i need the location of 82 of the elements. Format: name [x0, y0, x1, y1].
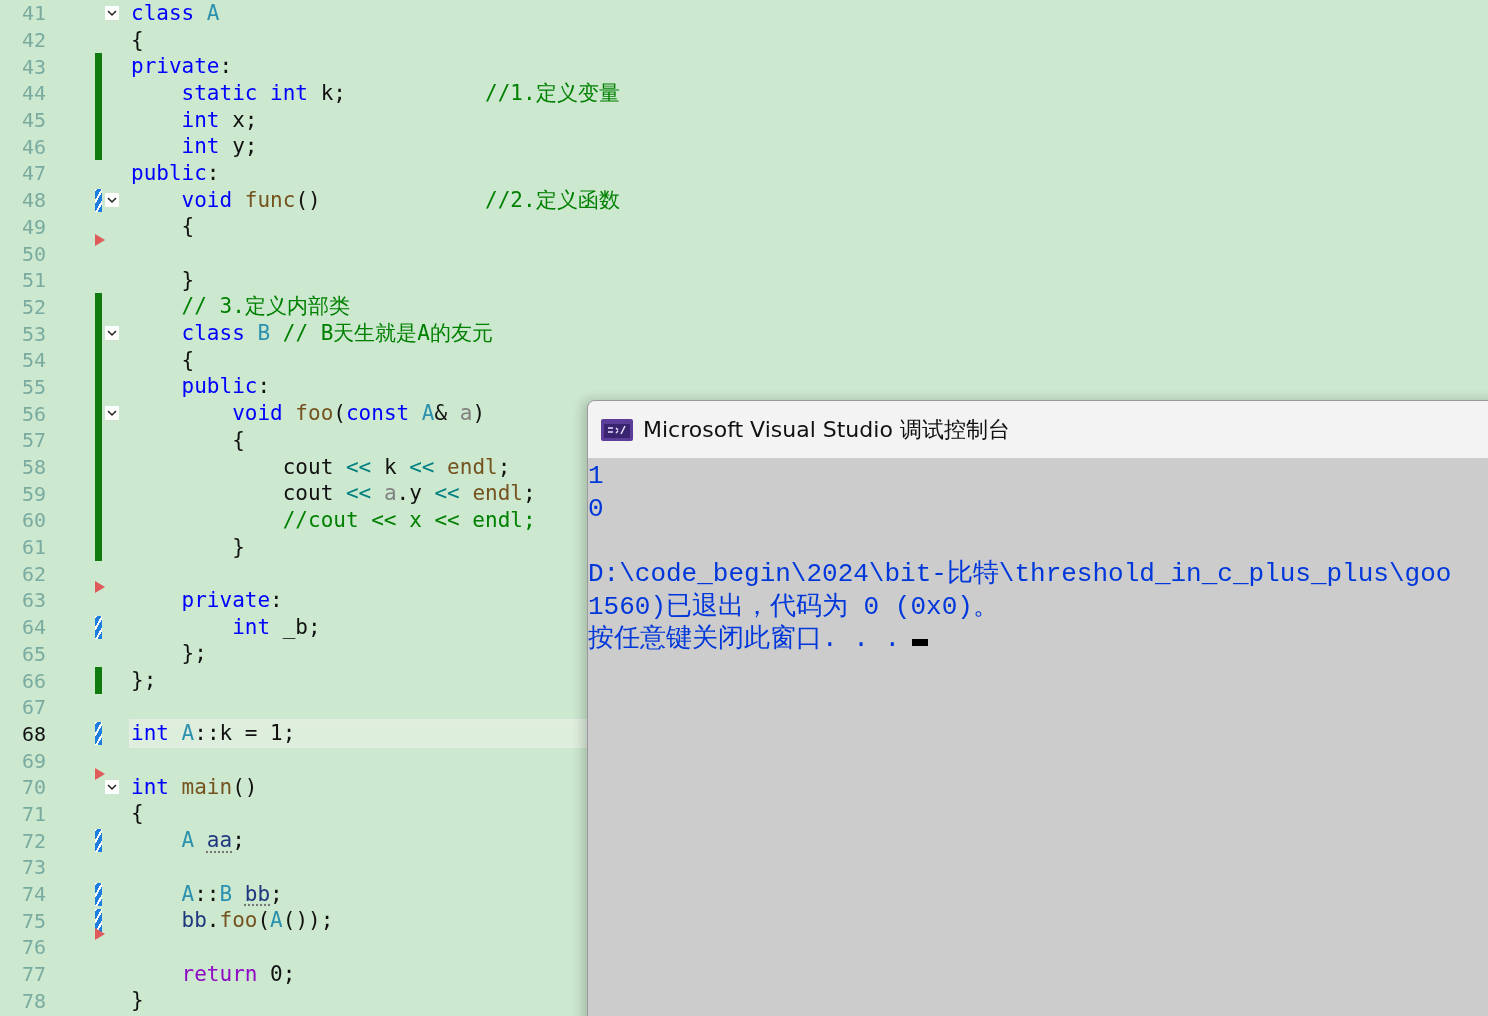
- line-number: 50: [20, 241, 46, 266]
- line-number: 54: [20, 348, 46, 373]
- line-number: 53: [20, 321, 46, 346]
- line-number: 48: [20, 188, 46, 213]
- code-line: {: [131, 801, 144, 827]
- console-line: 按任意键关闭此窗口. . .: [588, 623, 900, 657]
- code-line: }: [131, 988, 144, 1014]
- text-cursor: [912, 639, 928, 647]
- line-number: 41: [20, 1, 46, 26]
- line-number: 56: [20, 401, 46, 426]
- code-line: void foo(const A& a): [231, 401, 486, 427]
- code-line: int x;: [180, 107, 258, 133]
- line-number: 42: [20, 28, 46, 53]
- code-line: A aa;: [180, 828, 245, 854]
- line-number: 76: [20, 935, 46, 960]
- line-number: 73: [20, 855, 46, 880]
- line-number: 66: [20, 668, 46, 693]
- console-line: 0: [588, 492, 604, 526]
- line-number: 72: [20, 828, 46, 853]
- line-number: 59: [20, 481, 46, 506]
- code-line: void func() //2.定义函数: [180, 187, 620, 213]
- code-line: }: [180, 267, 195, 293]
- collapse-icon[interactable]: [105, 406, 119, 421]
- code-line: };: [180, 641, 207, 667]
- line-number: 78: [20, 988, 46, 1013]
- code-line: class A: [131, 0, 220, 26]
- line-number: 55: [20, 374, 46, 399]
- code-line: A::B bb;: [180, 881, 283, 907]
- code-line: cout << k << endl;: [281, 454, 511, 480]
- line-number: 45: [20, 108, 46, 133]
- line-number: 61: [20, 535, 46, 560]
- line-number: 52: [20, 294, 46, 319]
- line-number: 62: [20, 561, 46, 586]
- line-number: 64: [20, 615, 46, 640]
- console-app-icon: [601, 418, 633, 441]
- line-number: 65: [20, 641, 46, 666]
- collapse-icon[interactable]: [105, 192, 119, 207]
- collapse-icon[interactable]: [105, 326, 119, 341]
- line-number: 77: [20, 962, 46, 987]
- line-number: 67: [20, 695, 46, 720]
- console-line: 1560)已退出，代码为 0 (0x0)。: [588, 590, 999, 624]
- code-line: {: [231, 427, 245, 453]
- line-number: 46: [20, 134, 46, 159]
- code-line: private:: [131, 54, 233, 80]
- line-number: 58: [20, 455, 46, 480]
- code-line: cout << a.y << endl;: [281, 481, 536, 507]
- code-line: int main(): [131, 774, 258, 800]
- line-number: 60: [20, 508, 46, 533]
- line-number: 51: [20, 268, 46, 293]
- code-line: {: [180, 214, 195, 240]
- line-number: 75: [20, 908, 46, 933]
- line-number: 57: [20, 428, 46, 453]
- line-number: 49: [20, 214, 46, 239]
- code-line: };: [131, 668, 157, 694]
- code-line: bb.foo(A());: [180, 908, 334, 934]
- code-line: class B // B天生就是A的友元: [180, 321, 493, 347]
- window-title: Microsoft Visual Studio 调试控制台: [643, 415, 1010, 444]
- code-line: static int k; //1.定义变量: [180, 80, 620, 106]
- line-number: 63: [20, 588, 46, 613]
- code-line: int y;: [180, 134, 258, 160]
- code-line: {: [180, 347, 195, 373]
- code-line: public:: [131, 160, 220, 186]
- code-line: //cout << x << endl;: [281, 507, 536, 533]
- line-number: 74: [20, 882, 46, 907]
- line-number: 70: [20, 775, 46, 800]
- collapse-icon[interactable]: [105, 5, 119, 20]
- code-line: private:: [180, 587, 283, 613]
- line-number: 69: [20, 748, 46, 773]
- code-line: }: [231, 534, 245, 560]
- line-number: 68: [20, 721, 46, 746]
- console-line: D:\code_begin\2024\bit-比特\threshold_in_c_plus_plus\goo: [588, 558, 1452, 591]
- line-number: 44: [20, 81, 46, 106]
- code-line: return 0;: [180, 961, 296, 987]
- line-number: 71: [20, 801, 46, 826]
- line-number: 47: [20, 161, 46, 186]
- code-line: public:: [180, 374, 271, 400]
- code-line: int _b;: [231, 614, 321, 640]
- code-line: {: [131, 27, 144, 53]
- console-line: 1: [588, 460, 604, 493]
- collapse-icon[interactable]: [105, 779, 119, 794]
- code-line: // 3.定义内部类: [180, 294, 350, 320]
- line-number: 43: [20, 54, 46, 79]
